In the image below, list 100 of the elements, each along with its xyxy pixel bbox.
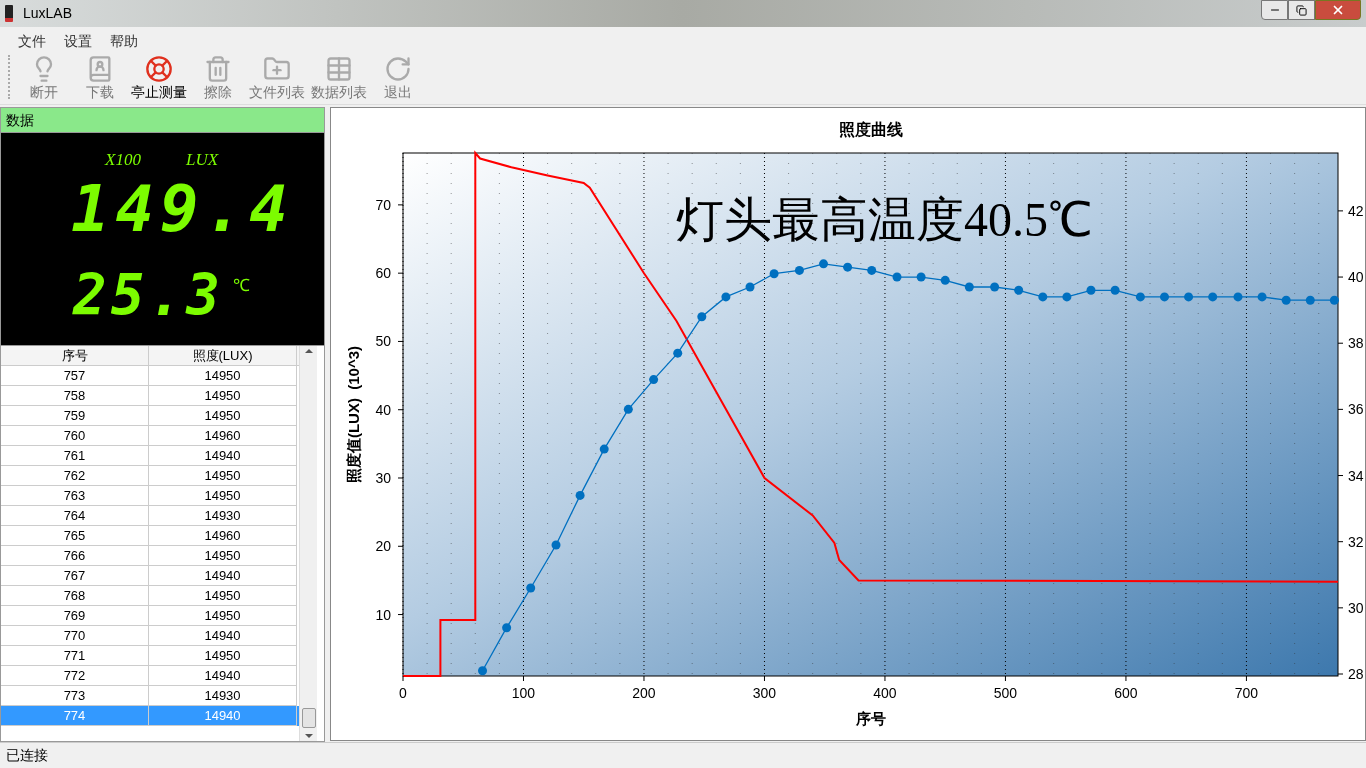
data-point [599,444,609,454]
table-row[interactable]: 757 14950 [1,366,299,386]
scroll-up-icon [304,349,313,353]
axis-tick-label: 20 [375,538,391,555]
restore-button[interactable] [1288,0,1315,20]
table-row[interactable]: 762 14950 [1,466,299,486]
table-cell: 766 [1,546,149,566]
axis-tick-label: 34 [1348,467,1364,484]
axis-tick-label: 300 [752,685,777,701]
table-row[interactable]: 761 14940 [1,446,299,466]
data-point [990,282,1000,292]
table-cell: 14950 [149,586,297,606]
data-point [1110,285,1120,295]
table-cell: 14950 [149,546,297,566]
data-point [940,275,950,285]
axis-tick-label: 0 [399,685,407,701]
table-cell: 14950 [149,466,297,486]
table-icon [325,55,353,83]
axis-tick-label: 500 [993,685,1018,701]
data-point [721,292,731,302]
table-cell: 771 [1,646,149,666]
chart-annotation: 灯头最高温度40.5℃ [676,193,1092,246]
table-row[interactable]: 768 14950 [1,586,299,606]
data-point [1233,292,1243,302]
data-point [794,265,804,275]
data-point [1135,292,1145,302]
scroll-thumb[interactable] [301,708,316,728]
unit-label: LUX [186,149,219,171]
close-button[interactable] [1315,0,1361,20]
data-point [769,269,779,279]
table-row[interactable]: 758 14950 [1,386,299,406]
table-row[interactable]: 760 14960 [1,426,299,446]
table-cell: 14950 [149,406,297,426]
table-row[interactable]: 767 14940 [1,566,299,586]
toolbar-button[interactable]: 亭止测量 [128,55,190,103]
table-row[interactable]: 770 14940 [1,626,299,646]
data-point [1257,292,1267,302]
table-cell: 14950 [149,646,297,666]
axis-tick-label: 60 [375,265,391,282]
data-point [1329,295,1339,305]
data-point [1062,292,1072,302]
menu-item[interactable]: 设置 [56,30,100,52]
table-cell: 14940 [149,706,297,726]
axis-tick-label: 600 [1114,685,1138,701]
minimize-button[interactable] [1261,0,1288,20]
data-point [649,375,659,385]
scale-label: X100 [105,149,141,171]
scroll-down-icon [304,734,313,738]
panel-header: 数据 [0,107,325,133]
axis-tick-label: 40 [1348,269,1364,286]
axis-tick-label: 42 [1348,202,1364,219]
table-cell: 763 [1,486,149,506]
menu-item[interactable]: 文件 [10,30,54,52]
data-point [502,623,512,633]
table-row[interactable]: 766 14950 [1,546,299,566]
data-point [867,265,877,275]
data-point [1305,295,1315,305]
axis-tick-label: 70 [375,196,391,213]
data-point [1281,295,1291,305]
table-cell: 14960 [149,526,297,546]
menu-item[interactable]: 帮助 [102,30,146,52]
axis-tick-label: 28 [1348,666,1364,682]
axis-tick-label: 10 [375,606,391,623]
table-row[interactable]: 769 14950 [1,606,299,626]
table-row[interactable]: 764 14930 [1,506,299,526]
table-cell: 764 [1,506,149,526]
data-point [916,272,926,282]
data-point [843,262,853,272]
table-cell: 760 [1,426,149,446]
data-point [673,348,683,358]
axis-tick-label: 400 [873,685,897,701]
column-header[interactable]: 序号 [1,346,149,365]
lifebuoy-icon [145,55,173,83]
redo-arrow-icon [384,55,412,83]
close-icon [1331,3,1345,17]
table-cell: 761 [1,446,149,466]
data-point [623,404,633,414]
column-header[interactable]: 照度(LUX) [149,346,297,365]
status-bar: 已连接 [0,742,1366,768]
table-cell: 765 [1,526,149,546]
axis-tick-label: 700 [1234,685,1259,701]
table-row[interactable]: 772 14940 [1,666,299,686]
table-cell: 757 [1,366,149,386]
lux-reading: 149.4 [71,173,294,245]
table-row[interactable]: 765 14960 [1,526,299,546]
table-cell: 14930 [149,506,297,526]
table-row[interactable]: 759 14950 [1,406,299,426]
table-row[interactable]: 771 14950 [1,646,299,666]
table-cell: 14940 [149,666,297,686]
axis-tick-label: 32 [1348,533,1364,550]
data-point [819,259,828,269]
axis-tick-label: 50 [375,333,391,350]
table-row[interactable]: 763 14950 [1,486,299,506]
table-cell: 759 [1,406,149,426]
scrollbar[interactable] [299,346,317,741]
axis-tick-label: 30 [1348,599,1364,616]
temperature-reading: 25.3 [73,262,224,330]
table-cell: 14950 [149,366,297,386]
data-point [526,583,536,593]
data-point [1160,292,1169,302]
